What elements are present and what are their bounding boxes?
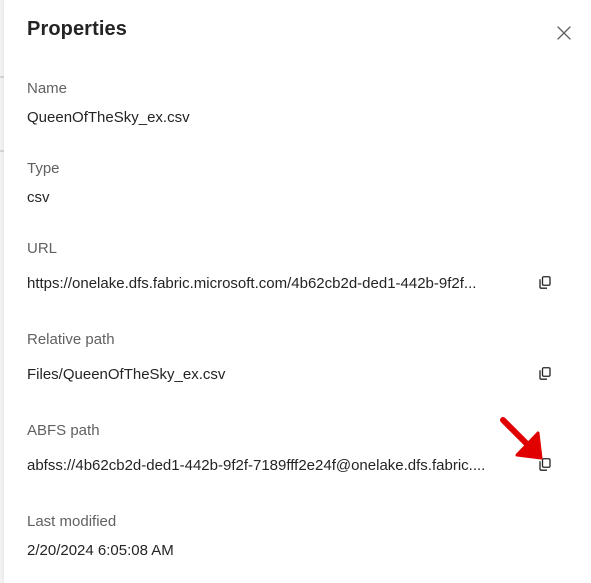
properties-panel: Properties Name QueenOfTheSky_ex.csv Typ…: [4, 0, 591, 583]
url-label: URL: [27, 240, 58, 257]
close-button[interactable]: [553, 22, 575, 44]
copy-icon: [539, 366, 551, 380]
relative-path-label: Relative path: [27, 331, 115, 348]
name-value: QueenOfTheSky_ex.csv: [27, 109, 190, 126]
abfs-path-label: ABFS path: [27, 422, 100, 439]
type-label: Type: [27, 160, 60, 177]
abfs-path-value: abfss://4b62cb2d-ded1-442b-9f2f-7189fff2…: [27, 457, 486, 474]
copy-icon: [539, 275, 551, 289]
last-modified-label: Last modified: [27, 513, 117, 530]
close-icon: [557, 26, 571, 40]
name-label: Name: [27, 80, 68, 97]
url-value: https://onelake.dfs.fabric.microsoft.com…: [27, 275, 477, 292]
red-arrow-icon: [500, 417, 543, 460]
type-value: csv: [27, 189, 50, 206]
last-modified-value: 2/20/2024 6:05:08 AM: [27, 542, 174, 559]
copy-url-button[interactable]: [538, 275, 552, 289]
panel-title: Properties: [27, 18, 127, 40]
copy-relative-path-button[interactable]: [538, 366, 552, 380]
relative-path-value: Files/QueenOfTheSky_ex.csv: [27, 366, 226, 383]
